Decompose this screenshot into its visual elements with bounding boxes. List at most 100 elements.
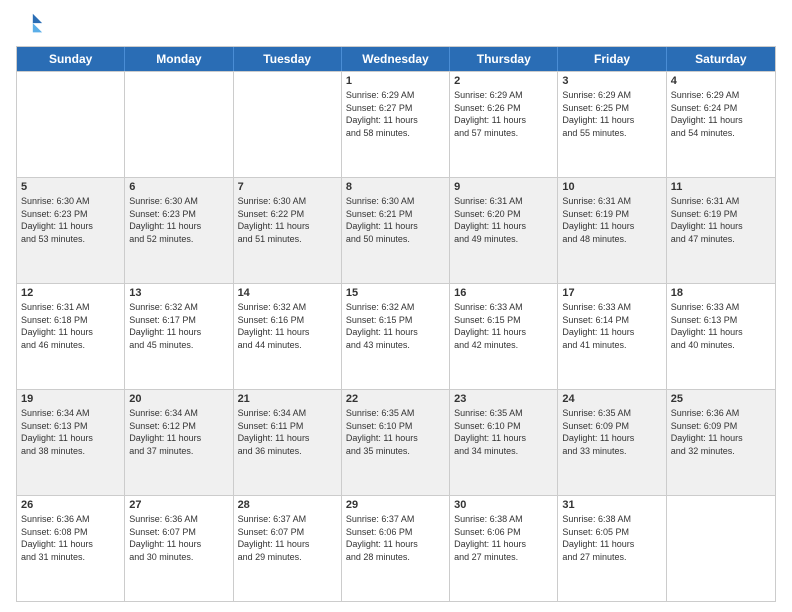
- calendar-cell: 12 Sunrise: 6:31 AM Sunset: 6:18 PM Dayli…: [17, 284, 125, 389]
- cell-date-number: 18: [671, 287, 771, 299]
- cell-date-number: 30: [454, 499, 553, 511]
- cell-info-text: Sunrise: 6:38 AM Sunset: 6:05 PM Dayligh…: [562, 513, 661, 563]
- cell-info-text: Sunrise: 6:31 AM Sunset: 6:20 PM Dayligh…: [454, 195, 553, 245]
- calendar-cell: 25 Sunrise: 6:36 AM Sunset: 6:09 PM Dayli…: [667, 390, 775, 495]
- cell-date-number: 21: [238, 393, 337, 405]
- cell-date-number: 29: [346, 499, 445, 511]
- cell-date-number: 25: [671, 393, 771, 405]
- calendar-cell: 24 Sunrise: 6:35 AM Sunset: 6:09 PM Dayli…: [558, 390, 666, 495]
- calendar-cell: 30 Sunrise: 6:38 AM Sunset: 6:06 PM Dayli…: [450, 496, 558, 601]
- cell-date-number: 31: [562, 499, 661, 511]
- cell-info-text: Sunrise: 6:29 AM Sunset: 6:25 PM Dayligh…: [562, 89, 661, 139]
- week-row-2: 5 Sunrise: 6:30 AM Sunset: 6:23 PM Daylig…: [17, 177, 775, 283]
- cell-date-number: 28: [238, 499, 337, 511]
- calendar-cell: 26 Sunrise: 6:36 AM Sunset: 6:08 PM Dayli…: [17, 496, 125, 601]
- cell-info-text: Sunrise: 6:38 AM Sunset: 6:06 PM Dayligh…: [454, 513, 553, 563]
- cell-info-text: Sunrise: 6:35 AM Sunset: 6:10 PM Dayligh…: [454, 407, 553, 457]
- page: SundayMondayTuesdayWednesdayThursdayFrid…: [0, 0, 792, 612]
- calendar-cell: 2 Sunrise: 6:29 AM Sunset: 6:26 PM Daylig…: [450, 72, 558, 177]
- cell-info-text: Sunrise: 6:35 AM Sunset: 6:10 PM Dayligh…: [346, 407, 445, 457]
- cell-date-number: 26: [21, 499, 120, 511]
- cell-info-text: Sunrise: 6:35 AM Sunset: 6:09 PM Dayligh…: [562, 407, 661, 457]
- cell-info-text: Sunrise: 6:34 AM Sunset: 6:12 PM Dayligh…: [129, 407, 228, 457]
- calendar-cell: 16Sunrise: 6:33 AM Sunset: 6:15 PM Dayli…: [450, 284, 558, 389]
- cell-date-number: 20: [129, 393, 228, 405]
- calendar-cell: 13 Sunrise: 6:32 AM Sunset: 6:17 PM Dayli…: [125, 284, 233, 389]
- cell-info-text: Sunrise: 6:32 AM Sunset: 6:15 PM Dayligh…: [346, 301, 445, 351]
- calendar-cell: 9 Sunrise: 6:31 AM Sunset: 6:20 PM Daylig…: [450, 178, 558, 283]
- calendar-cell: 7 Sunrise: 6:30 AM Sunset: 6:22 PM Daylig…: [234, 178, 342, 283]
- week-row-3: 12 Sunrise: 6:31 AM Sunset: 6:18 PM Dayli…: [17, 283, 775, 389]
- cell-date-number: 3: [562, 75, 661, 87]
- calendar-cell: [125, 72, 233, 177]
- calendar-cell: 4Sunrise: 6:29 AM Sunset: 6:24 PM Daylig…: [667, 72, 775, 177]
- cell-date-number: 7: [238, 181, 337, 193]
- calendar-cell: 18 Sunrise: 6:33 AM Sunset: 6:13 PM Dayli…: [667, 284, 775, 389]
- calendar-cell: [17, 72, 125, 177]
- cell-info-text: Sunrise: 6:29 AM Sunset: 6:27 PM Dayligh…: [346, 89, 445, 139]
- calendar-cell: 29 Sunrise: 6:37 AM Sunset: 6:06 PM Dayli…: [342, 496, 450, 601]
- calendar-cell: [234, 72, 342, 177]
- cell-date-number: 24: [562, 393, 661, 405]
- calendar-cell: 21Sunrise: 6:34 AM Sunset: 6:11 PM Dayli…: [234, 390, 342, 495]
- cell-date-number: 4: [671, 75, 771, 87]
- cell-info-text: Sunrise: 6:32 AM Sunset: 6:17 PM Dayligh…: [129, 301, 228, 351]
- cell-info-text: Sunrise: 6:33 AM Sunset: 6:13 PM Dayligh…: [671, 301, 771, 351]
- cell-info-text: Sunrise: 6:37 AM Sunset: 6:06 PM Dayligh…: [346, 513, 445, 563]
- cell-info-text: Sunrise: 6:31 AM Sunset: 6:19 PM Dayligh…: [562, 195, 661, 245]
- calendar-cell: 22 Sunrise: 6:35 AM Sunset: 6:10 PM Dayli…: [342, 390, 450, 495]
- cell-info-text: Sunrise: 6:30 AM Sunset: 6:21 PM Dayligh…: [346, 195, 445, 245]
- cell-date-number: 5: [21, 181, 120, 193]
- cell-info-text: Sunrise: 6:30 AM Sunset: 6:23 PM Dayligh…: [129, 195, 228, 245]
- cell-info-text: Sunrise: 6:33 AM Sunset: 6:14 PM Dayligh…: [562, 301, 661, 351]
- logo-icon: [16, 10, 44, 38]
- cell-info-text: Sunrise: 6:37 AM Sunset: 6:07 PM Dayligh…: [238, 513, 337, 563]
- cell-info-text: Sunrise: 6:31 AM Sunset: 6:19 PM Dayligh…: [671, 195, 771, 245]
- calendar-cell: 5 Sunrise: 6:30 AM Sunset: 6:23 PM Daylig…: [17, 178, 125, 283]
- header: [16, 10, 776, 38]
- cell-info-text: Sunrise: 6:31 AM Sunset: 6:18 PM Dayligh…: [21, 301, 120, 351]
- cell-date-number: 12: [21, 287, 120, 299]
- cell-date-number: 2: [454, 75, 553, 87]
- calendar-cell: 15 Sunrise: 6:32 AM Sunset: 6:15 PM Dayli…: [342, 284, 450, 389]
- calendar-cell: 11 Sunrise: 6:31 AM Sunset: 6:19 PM Dayli…: [667, 178, 775, 283]
- weekday-header-sunday: Sunday: [17, 47, 125, 71]
- calendar-cell: 10 Sunrise: 6:31 AM Sunset: 6:19 PM Dayli…: [558, 178, 666, 283]
- cell-date-number: 13: [129, 287, 228, 299]
- calendar-header-row: SundayMondayTuesdayWednesdayThursdayFrid…: [17, 47, 775, 71]
- calendar-cell: 31 Sunrise: 6:38 AM Sunset: 6:05 PM Dayli…: [558, 496, 666, 601]
- cell-info-text: Sunrise: 6:36 AM Sunset: 6:09 PM Dayligh…: [671, 407, 771, 457]
- cell-date-number: 17: [562, 287, 661, 299]
- cell-info-text: Sunrise: 6:36 AM Sunset: 6:08 PM Dayligh…: [21, 513, 120, 563]
- calendar-cell: 14 Sunrise: 6:32 AM Sunset: 6:16 PM Dayli…: [234, 284, 342, 389]
- cell-date-number: 10: [562, 181, 661, 193]
- week-row-4: 19Sunrise: 6:34 AM Sunset: 6:13 PM Dayli…: [17, 389, 775, 495]
- calendar-cell: 28 Sunrise: 6:37 AM Sunset: 6:07 PM Dayli…: [234, 496, 342, 601]
- cell-date-number: 6: [129, 181, 228, 193]
- calendar-cell: 20 Sunrise: 6:34 AM Sunset: 6:12 PM Dayli…: [125, 390, 233, 495]
- calendar-cell: 17 Sunrise: 6:33 AM Sunset: 6:14 PM Dayli…: [558, 284, 666, 389]
- cell-info-text: Sunrise: 6:32 AM Sunset: 6:16 PM Dayligh…: [238, 301, 337, 351]
- weekday-header-saturday: Saturday: [667, 47, 775, 71]
- cell-date-number: 15: [346, 287, 445, 299]
- cell-date-number: 8: [346, 181, 445, 193]
- cell-info-text: Sunrise: 6:36 AM Sunset: 6:07 PM Dayligh…: [129, 513, 228, 563]
- weekday-header-wednesday: Wednesday: [342, 47, 450, 71]
- cell-info-text: Sunrise: 6:30 AM Sunset: 6:22 PM Dayligh…: [238, 195, 337, 245]
- cell-date-number: 11: [671, 181, 771, 193]
- cell-info-text: Sunrise: 6:30 AM Sunset: 6:23 PM Dayligh…: [21, 195, 120, 245]
- week-row-5: 26 Sunrise: 6:36 AM Sunset: 6:08 PM Dayli…: [17, 495, 775, 601]
- cell-date-number: 22: [346, 393, 445, 405]
- cell-date-number: 23: [454, 393, 553, 405]
- calendar-cell: 3 Sunrise: 6:29 AM Sunset: 6:25 PM Daylig…: [558, 72, 666, 177]
- cell-date-number: 27: [129, 499, 228, 511]
- cell-info-text: Sunrise: 6:33 AM Sunset: 6:15 PM Dayligh…: [454, 301, 553, 351]
- cell-date-number: 9: [454, 181, 553, 193]
- calendar: SundayMondayTuesdayWednesdayThursdayFrid…: [16, 46, 776, 602]
- calendar-cell: 27 Sunrise: 6:36 AM Sunset: 6:07 PM Dayli…: [125, 496, 233, 601]
- cell-info-text: Sunrise: 6:29 AM Sunset: 6:26 PM Dayligh…: [454, 89, 553, 139]
- cell-date-number: 14: [238, 287, 337, 299]
- cell-date-number: 19: [21, 393, 120, 405]
- calendar-cell: 6 Sunrise: 6:30 AM Sunset: 6:23 PM Daylig…: [125, 178, 233, 283]
- cell-date-number: 1: [346, 75, 445, 87]
